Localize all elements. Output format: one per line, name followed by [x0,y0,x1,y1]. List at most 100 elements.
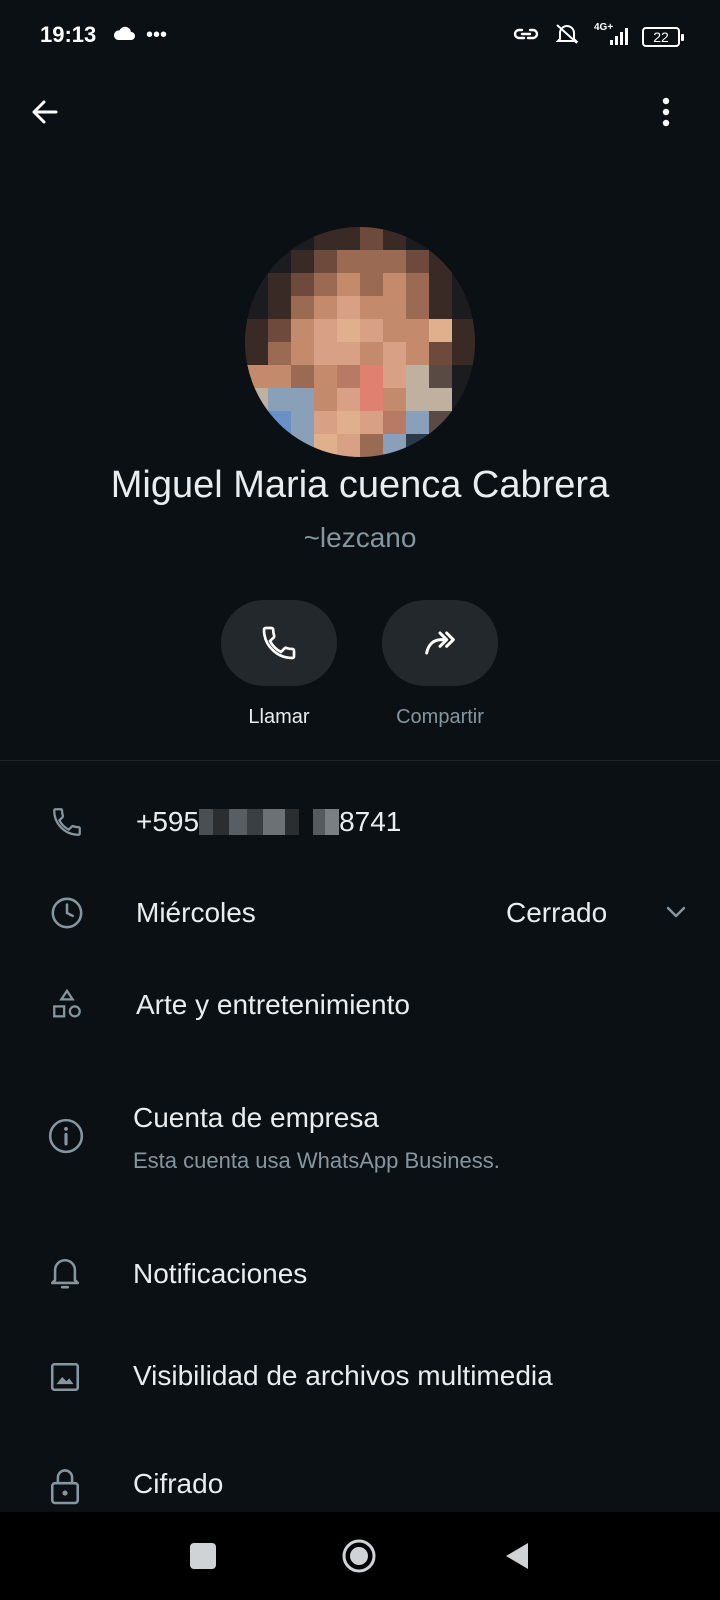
clock-icon [50,896,84,935]
phone-prefix: +595 [136,806,200,837]
home-button[interactable] [341,1538,377,1574]
avatar-pixel [406,365,429,388]
avatar-pixel [383,434,406,457]
avatar-pixel [360,250,383,273]
avatar-pixel [360,296,383,319]
avatar-pixel [360,365,383,388]
avatar-pixel [268,411,291,434]
battery-icon: 22 [642,26,684,47]
avatar-pixel [268,296,291,319]
avatar[interactable] [245,227,475,457]
avatar-pixel [268,342,291,365]
avatar-pixel [429,296,452,319]
avatar-pixel [429,388,452,411]
avatar-pixel [337,342,360,365]
avatar-pixel [291,342,314,365]
avatar-pixel [245,227,268,250]
avatar-pixel [406,411,429,434]
avatar-pixel [268,365,291,388]
avatar-pixel [268,388,291,411]
status-time: 19:13 [40,22,97,47]
avatar-pixel [314,319,337,342]
avatar-pixel [429,227,452,250]
avatar-pixel [314,227,337,250]
call-button[interactable] [221,600,337,686]
avatar-pixel [452,227,475,250]
avatar-pixel [383,388,406,411]
avatar-pixel [337,434,360,457]
avatar-pixel [452,434,475,457]
avatar-pixel [245,342,268,365]
menu-button[interactable] [652,94,680,130]
recents-button[interactable] [190,1543,216,1569]
avatar-pixel [245,273,268,296]
more-vertical-icon [662,97,670,127]
link-icon [512,24,540,49]
avatar-pixel [429,273,452,296]
shapes-icon [50,988,84,1027]
business-title[interactable]: Cuenta de empresa [133,1102,379,1134]
avatar-pixel [383,342,406,365]
avatar-pixel [268,227,291,250]
avatar-pixel [291,365,314,388]
avatar-pixel [360,411,383,434]
hours-status[interactable]: Cerrado [506,897,607,929]
avatar-pixel [268,319,291,342]
status-icons: 4G+ 22 [512,22,684,51]
share-button[interactable] [382,600,498,686]
avatar-pixel [337,296,360,319]
avatar-pixel [314,273,337,296]
avatar-pixel [245,250,268,273]
avatar-pixel [291,434,314,457]
avatar-pixel [429,411,452,434]
network-type: 4G+ [594,22,614,33]
avatar-pixel [452,273,475,296]
bell-icon [48,1254,82,1297]
avatar-pixel [452,388,475,411]
chevron-down-icon[interactable] [664,902,688,927]
avatar-pixel [429,434,452,457]
avatar-pixel [406,273,429,296]
avatar-pixel [337,319,360,342]
avatar-pixel [429,319,452,342]
avatar-pixel [383,319,406,342]
home-circle-icon [342,1539,376,1573]
avatar-pixel [314,411,337,434]
avatar-pixel [452,250,475,273]
avatar-pixel [360,319,383,342]
back-button[interactable] [26,94,62,130]
phone-number[interactable]: +595 8741 [136,806,401,838]
avatar-pixel [291,227,314,250]
avatar-pixel [245,434,268,457]
more-notifications-icon: ••• [146,24,168,46]
avatar-pixel [406,227,429,250]
avatar-pixel [452,319,475,342]
avatar-pixel [429,250,452,273]
back-nav-button[interactable] [502,1540,532,1572]
avatar-pixel [337,365,360,388]
avatar-pixel [337,273,360,296]
media-visibility-item[interactable]: Visibilidad de archivos multimedia [133,1360,553,1392]
avatar-pixel [406,296,429,319]
triangle-back-icon [506,1543,528,1569]
avatar-pixel [406,250,429,273]
avatar-pixel [383,250,406,273]
notifications-item[interactable]: Notificaciones [133,1258,307,1290]
avatar-pixel [314,296,337,319]
encryption-item[interactable]: Cifrado [133,1468,223,1500]
avatar-pixel [406,342,429,365]
contact-username: ~lezcano [303,522,417,553]
divider [0,760,720,761]
avatar-pixel [337,227,360,250]
avatar-pixel [291,319,314,342]
avatar-pixel [314,434,337,457]
avatar-pixel [291,388,314,411]
avatar-pixel [452,411,475,434]
avatar-pixel [291,273,314,296]
avatar-pixel [383,411,406,434]
avatar-pixel [406,434,429,457]
mute-bell-icon [554,22,580,51]
avatar-pixel [291,411,314,434]
avatar-pixel [291,296,314,319]
share-icon [425,631,455,655]
